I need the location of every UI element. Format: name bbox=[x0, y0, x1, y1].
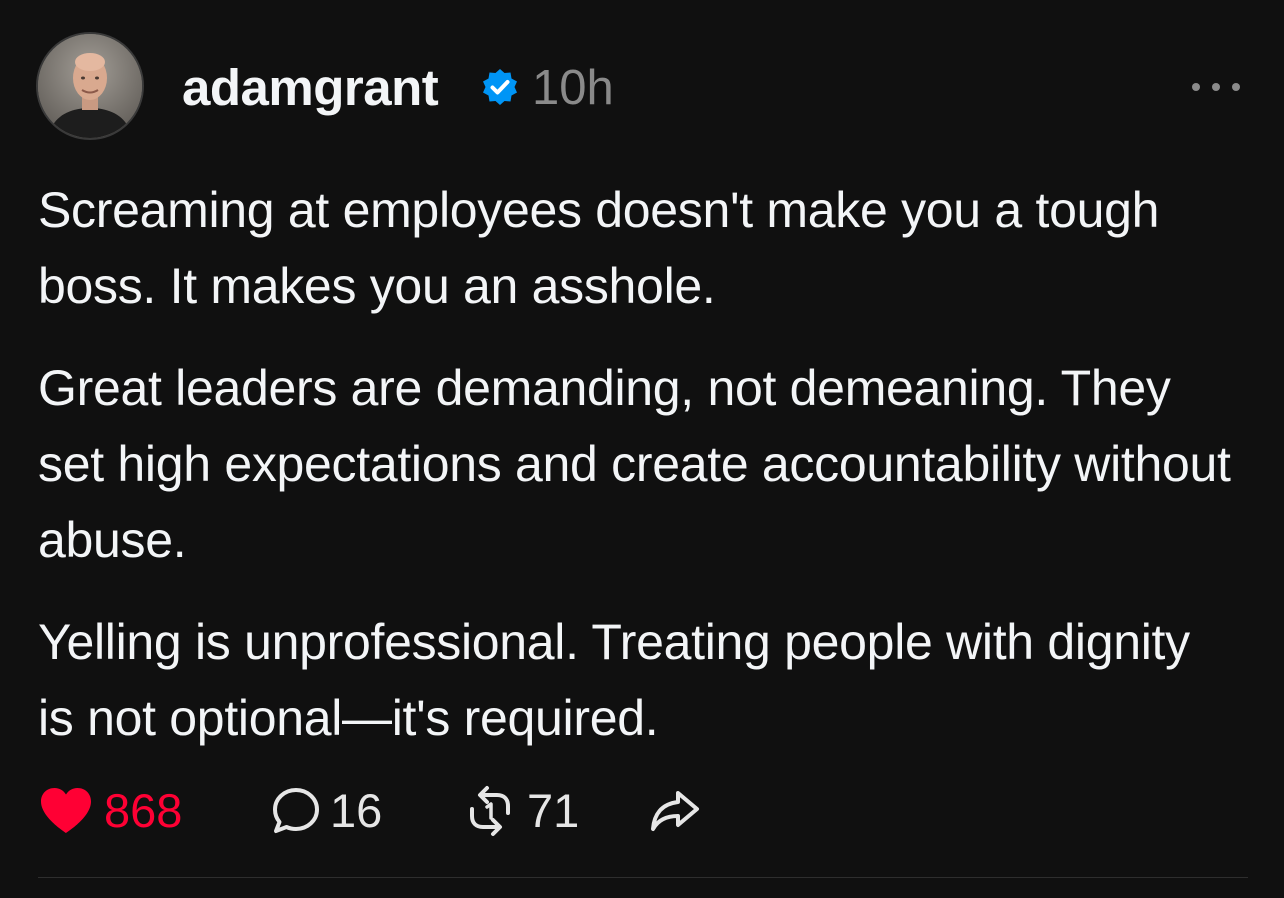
post-paragraph: Yelling is unprofessional. Treating peop… bbox=[38, 614, 1190, 746]
reply-count: 16 bbox=[330, 784, 383, 837]
post-paragraph: Great leaders are demanding, not demeani… bbox=[38, 360, 1231, 568]
repost-count: 71 bbox=[527, 784, 580, 837]
post-paragraph: Screaming at employees doesn't make you … bbox=[38, 182, 1160, 314]
comment-icon bbox=[273, 788, 319, 833]
avatar[interactable] bbox=[36, 32, 144, 140]
post-timestamp: 10h bbox=[532, 61, 614, 115]
post-divider bbox=[38, 877, 1248, 878]
like-button[interactable]: 868 bbox=[38, 778, 182, 844]
share-icon bbox=[651, 791, 699, 831]
like-count: 868 bbox=[104, 784, 183, 837]
thread-post: adamgrant 10h Screaming at employees doe… bbox=[0, 0, 1284, 898]
avatar-photo bbox=[38, 34, 142, 138]
more-dot bbox=[1232, 83, 1240, 91]
heart-filled-icon bbox=[41, 788, 91, 833]
reply-button[interactable]: 16 bbox=[270, 778, 382, 844]
share-button[interactable] bbox=[648, 778, 702, 844]
repost-icon bbox=[470, 786, 510, 836]
post-body: Screaming at employees doesn't make you … bbox=[38, 172, 1238, 782]
more-options-icon[interactable] bbox=[1192, 72, 1240, 102]
verified-badge-icon bbox=[483, 69, 517, 105]
post-actions: 868 16 71 bbox=[38, 778, 838, 844]
more-dot bbox=[1212, 83, 1220, 91]
username[interactable]: adamgrant bbox=[182, 58, 439, 118]
more-dot bbox=[1192, 83, 1200, 91]
repost-button[interactable]: 71 bbox=[463, 778, 579, 844]
